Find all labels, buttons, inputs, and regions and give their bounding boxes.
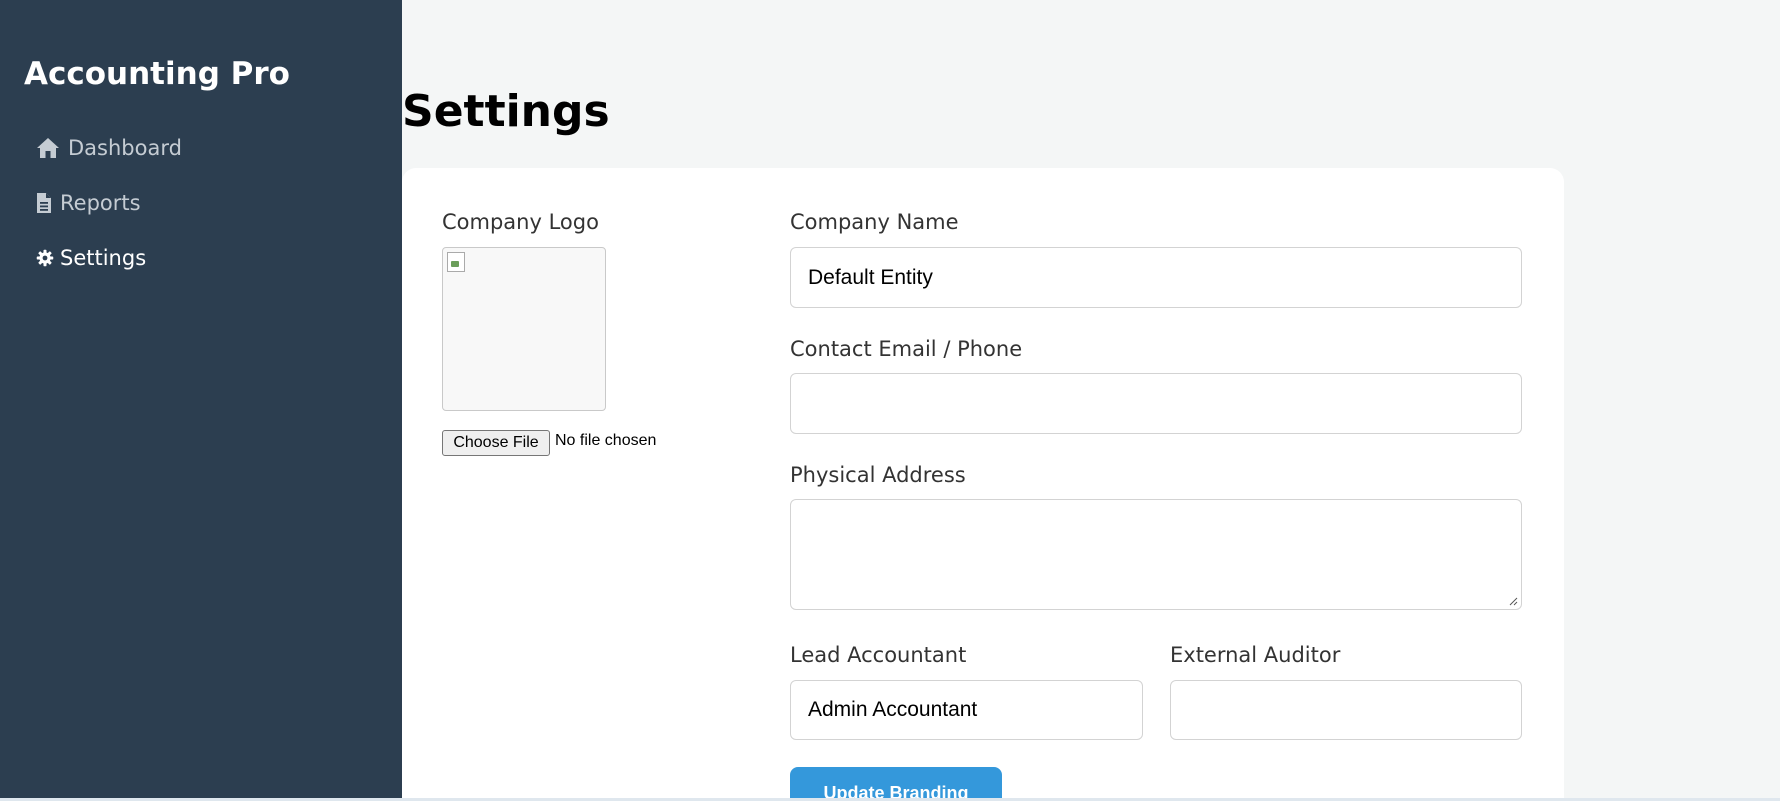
external-auditor-label: External Auditor	[1170, 643, 1341, 667]
sidebar: Accounting Pro Dashboard Reports Setting…	[0, 0, 402, 798]
lead-accountant-label: Lead Accountant	[790, 643, 967, 667]
sidebar-item-label: Reports	[60, 191, 141, 215]
sidebar-item-label: Settings	[60, 246, 147, 270]
sidebar-item-label: Dashboard	[68, 136, 182, 160]
gear-icon	[36, 247, 54, 269]
company-name-label: Company Name	[790, 210, 959, 234]
company-logo-label: Company Logo	[442, 210, 599, 234]
lead-accountant-input[interactable]: Admin Accountant	[790, 680, 1143, 740]
sidebar-item-reports[interactable]: Reports	[36, 191, 141, 215]
company-logo-preview	[442, 247, 606, 411]
file-status-text: No file chosen	[555, 432, 657, 449]
external-auditor-input[interactable]	[1170, 680, 1522, 740]
choose-file-button[interactable]: Choose File	[442, 430, 550, 456]
file-icon	[36, 192, 54, 214]
home-icon	[36, 137, 62, 159]
sidebar-item-dashboard[interactable]: Dashboard	[36, 136, 182, 160]
page-title: Settings	[402, 86, 610, 137]
broken-image-icon	[447, 252, 465, 272]
sidebar-item-settings[interactable]: Settings	[36, 246, 146, 270]
app-brand: Accounting Pro	[24, 56, 290, 92]
company-name-input[interactable]: Default Entity	[790, 247, 1522, 308]
contact-input[interactable]	[790, 373, 1522, 434]
contact-label: Contact Email / Phone	[790, 337, 1023, 361]
physical-address-label: Physical Address	[790, 463, 966, 487]
resize-grip-icon[interactable]	[1508, 596, 1518, 606]
physical-address-textarea[interactable]	[790, 499, 1522, 610]
update-branding-button[interactable]: Update Branding	[790, 767, 1002, 801]
